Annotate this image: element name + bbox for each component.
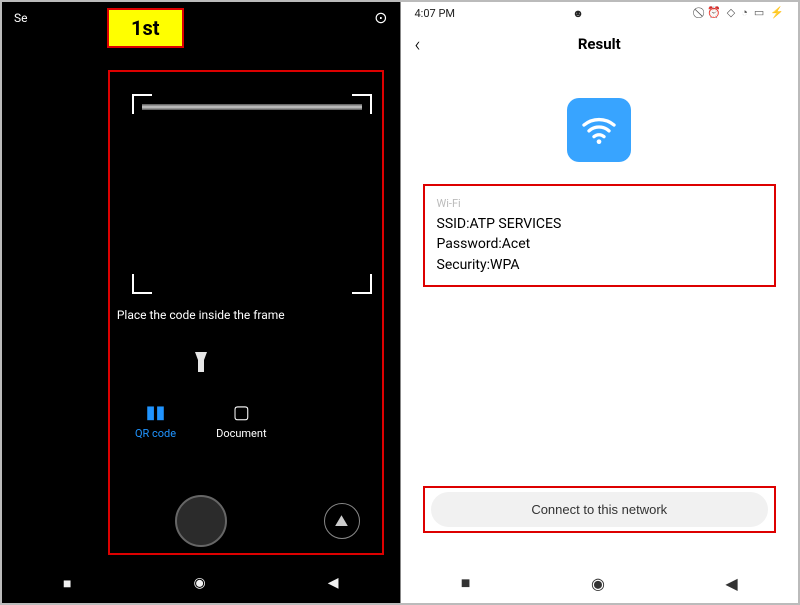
- shutter-button[interactable]: [175, 495, 227, 547]
- document-icon: ▢: [216, 402, 266, 423]
- scan-hint: Place the code inside the frame: [2, 308, 400, 322]
- status-right-icons: ⃠ ⏰ ◇ ◔ ▭ ⚡: [701, 6, 784, 20]
- page-title: Result: [401, 35, 799, 53]
- connect-button[interactable]: Connect to this network: [431, 492, 769, 527]
- more-icon[interactable]: ⊙: [374, 8, 387, 27]
- security-value: WPA: [490, 257, 519, 273]
- ssid-value: ATP SERVICES: [470, 216, 562, 232]
- system-nav-left: ■ ◉ ◀: [2, 563, 400, 603]
- nav-home[interactable]: ◉: [193, 575, 205, 591]
- nav-recents[interactable]: ■: [63, 575, 71, 592]
- annotation-red-frame-connect: Connect to this network: [423, 486, 777, 533]
- scan-frame: [132, 94, 372, 294]
- battery-icon: ▭: [754, 6, 764, 20]
- alarm-icon: ⏰: [707, 6, 721, 20]
- password-label: Password:: [437, 236, 502, 252]
- mode-tab-document[interactable]: ▢ Document: [216, 402, 266, 440]
- password-value: Acet: [502, 236, 530, 252]
- wifi-password-row: Password:Acet: [437, 234, 763, 254]
- annotation-first: 1st: [107, 8, 184, 48]
- mode-label-document: Document: [216, 427, 266, 440]
- signal-icon: ◔: [741, 6, 748, 20]
- wifi-ssid-row: SSID:ATP SERVICES: [437, 214, 763, 234]
- wifi-card-header: Wi-Fi: [437, 196, 763, 212]
- nav-home[interactable]: ◉: [591, 574, 605, 593]
- result-screen: 4:07 PM ☻ ⃠ ⏰ ◇ ◔ ▭ ⚡ ‹ Result Wi-Fi SSI…: [401, 2, 799, 603]
- nav-recents[interactable]: ■: [461, 573, 471, 593]
- charging-icon: ⚡: [770, 6, 784, 20]
- mode-label-qr: QR code: [135, 427, 176, 440]
- picture-icon: ⛰: [335, 511, 348, 531]
- status-left-text: Se: [14, 11, 28, 25]
- wifi-security-row: Security:WPA: [437, 255, 763, 275]
- wifi-status-icon: ◇: [727, 6, 735, 20]
- qr-icon: ▮▮: [135, 402, 176, 423]
- system-nav-right: ■ ◉ ◀: [401, 563, 799, 603]
- status-time: 4:07 PM: [415, 7, 455, 20]
- mode-tab-qr[interactable]: ▮▮ QR code: [135, 402, 176, 440]
- messenger-icon: ☻: [572, 7, 584, 20]
- gallery-button[interactable]: ⛰: [324, 503, 360, 539]
- security-label: Security:: [437, 257, 491, 273]
- nav-back[interactable]: ◀: [328, 575, 339, 591]
- flashlight-icon[interactable]: [2, 352, 400, 381]
- ssid-label: SSID:: [437, 216, 470, 232]
- wifi-info-card: Wi-Fi SSID:ATP SERVICES Password:Acet Se…: [423, 184, 777, 287]
- nav-back[interactable]: ◀: [725, 574, 737, 593]
- wifi-icon: [567, 98, 631, 162]
- scanner-screen: Se ⊙ 1st Place the code inside the frame…: [2, 2, 401, 603]
